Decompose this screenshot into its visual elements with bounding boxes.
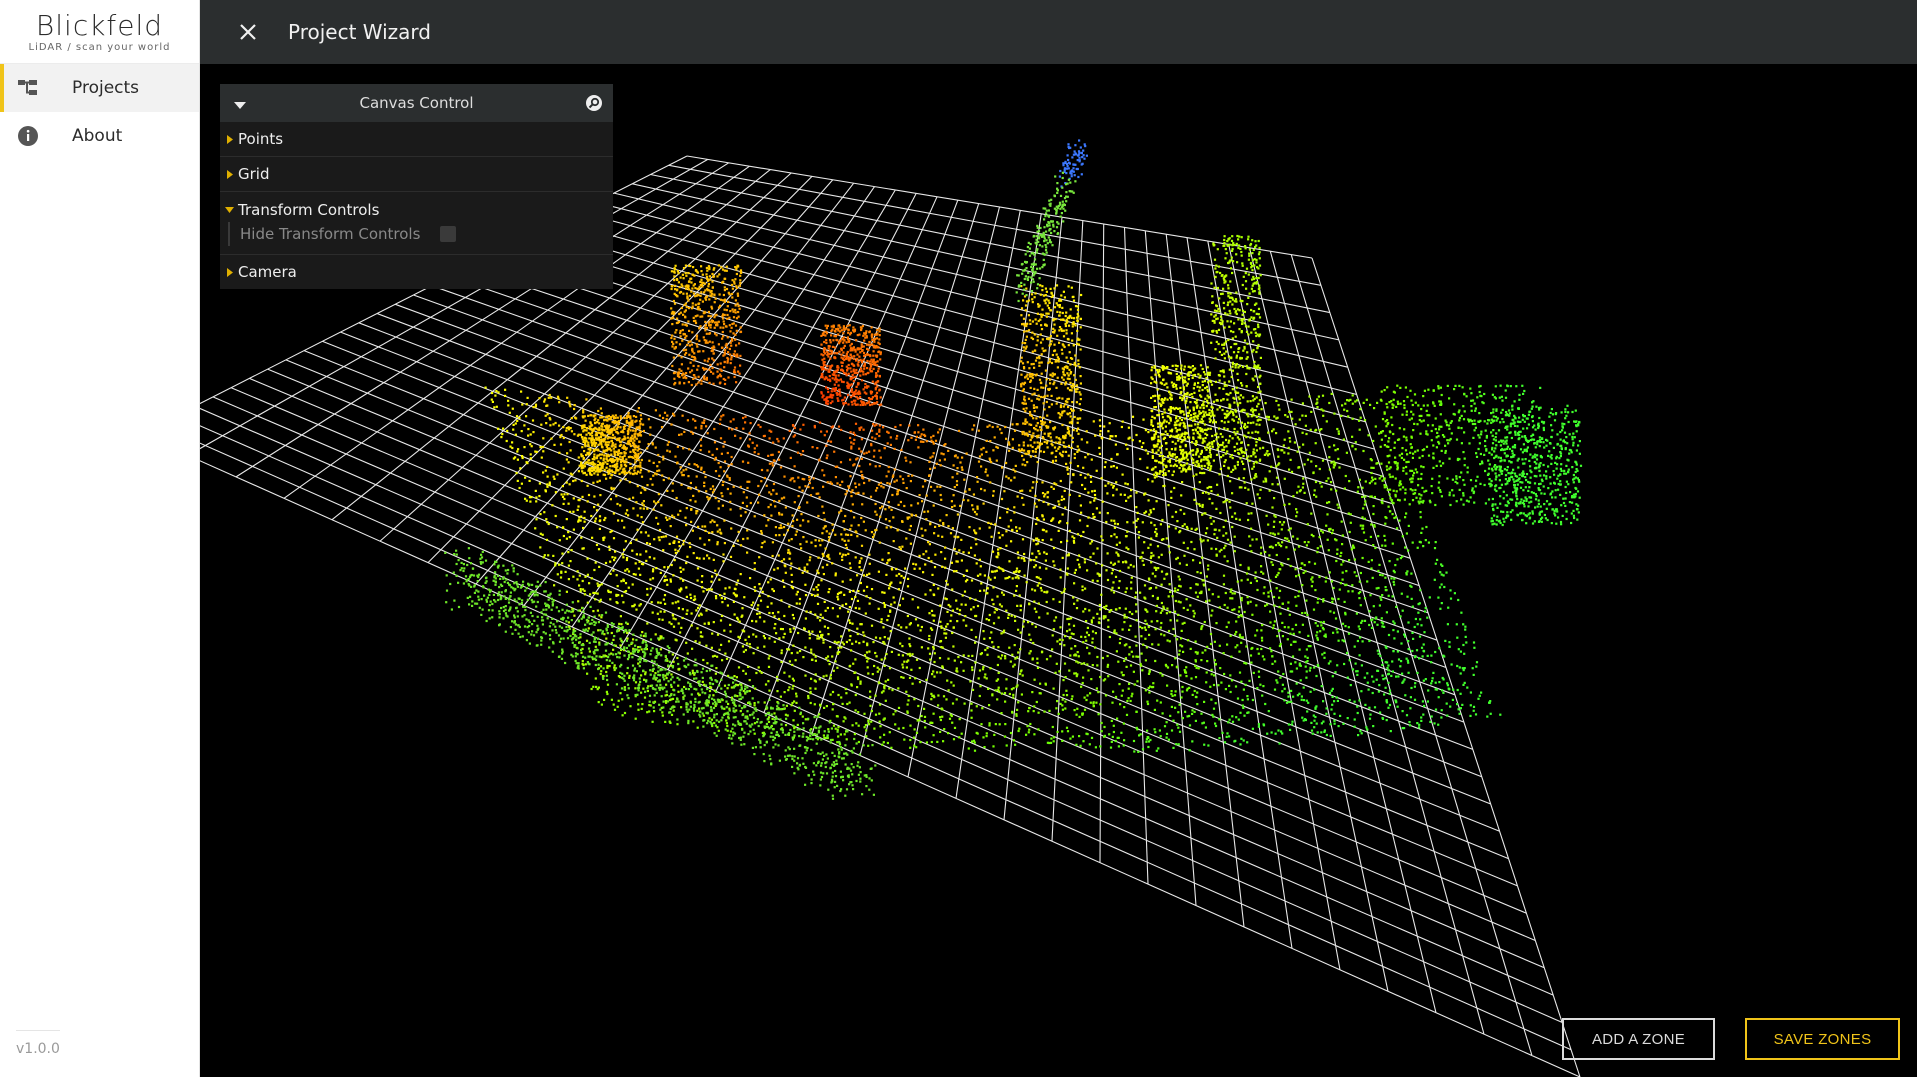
save-zones-button[interactable]: SAVE ZONES [1745, 1018, 1900, 1060]
folder-label: Grid [238, 165, 270, 183]
folder-title[interactable]: Points [220, 122, 613, 156]
folder-title[interactable]: Transform Controls [220, 198, 613, 222]
canvas-control-panel: Canvas Control Points Grid Transform Con… [220, 84, 613, 289]
folder-label: Camera [238, 263, 297, 281]
expand-arrow-icon [227, 268, 233, 277]
app-version: v1.0.0 [16, 1030, 60, 1057]
brand-name: Blickfeld [35, 8, 164, 42]
sidebar-item-label: About [72, 126, 123, 146]
folder-camera[interactable]: Camera [220, 255, 613, 289]
projects-tree-icon [16, 76, 40, 100]
close-button[interactable] [216, 0, 280, 64]
folder-title[interactable]: Grid [220, 157, 613, 191]
collapse-caret-icon [234, 96, 246, 114]
expand-arrow-icon [227, 135, 233, 144]
add-zone-button[interactable]: ADD A ZONE [1562, 1018, 1715, 1060]
app-root: Blickfeld LiDAR / scan your world Projec… [0, 0, 1917, 1077]
reset-view-icon[interactable] [585, 94, 603, 116]
ground-grid [200, 155, 1581, 1077]
lidar-points [444, 139, 1583, 800]
canvas-control-title: Canvas Control [359, 94, 474, 112]
folder-points[interactable]: Points [220, 122, 613, 157]
grid-lines [200, 155, 1581, 1077]
hide-transform-controls-checkbox[interactable] [440, 226, 457, 242]
page-title: Project Wizard [288, 20, 431, 44]
close-icon [240, 24, 256, 40]
brand-tagline: LiDAR / scan your world [28, 41, 171, 53]
sidebar-item-label: Projects [72, 78, 140, 98]
folder-title[interactable]: Camera [220, 255, 613, 289]
collapse-arrow-icon [225, 207, 234, 213]
folder-grid[interactable]: Grid [220, 157, 613, 192]
info-icon [16, 124, 40, 148]
folder-label: Points [238, 130, 284, 148]
row-label: Hide Transform Controls [240, 225, 421, 243]
canvas-control-header[interactable]: Canvas Control [220, 84, 613, 122]
app-header: Project Wizard [200, 0, 1917, 64]
folder-transform-controls[interactable]: Transform Controls Hide Transform Contro… [220, 198, 613, 255]
expand-arrow-icon [227, 170, 233, 179]
hide-transform-controls-row: Hide Transform Controls [228, 222, 613, 246]
sidebar-item-projects[interactable]: Projects [0, 64, 199, 112]
brand-logo[interactable]: Blickfeld LiDAR / scan your world [0, 0, 199, 64]
sidebar: Blickfeld LiDAR / scan your world Projec… [0, 0, 200, 1077]
sidebar-item-about[interactable]: About [0, 112, 199, 160]
folder-label: Transform Controls [238, 201, 380, 219]
